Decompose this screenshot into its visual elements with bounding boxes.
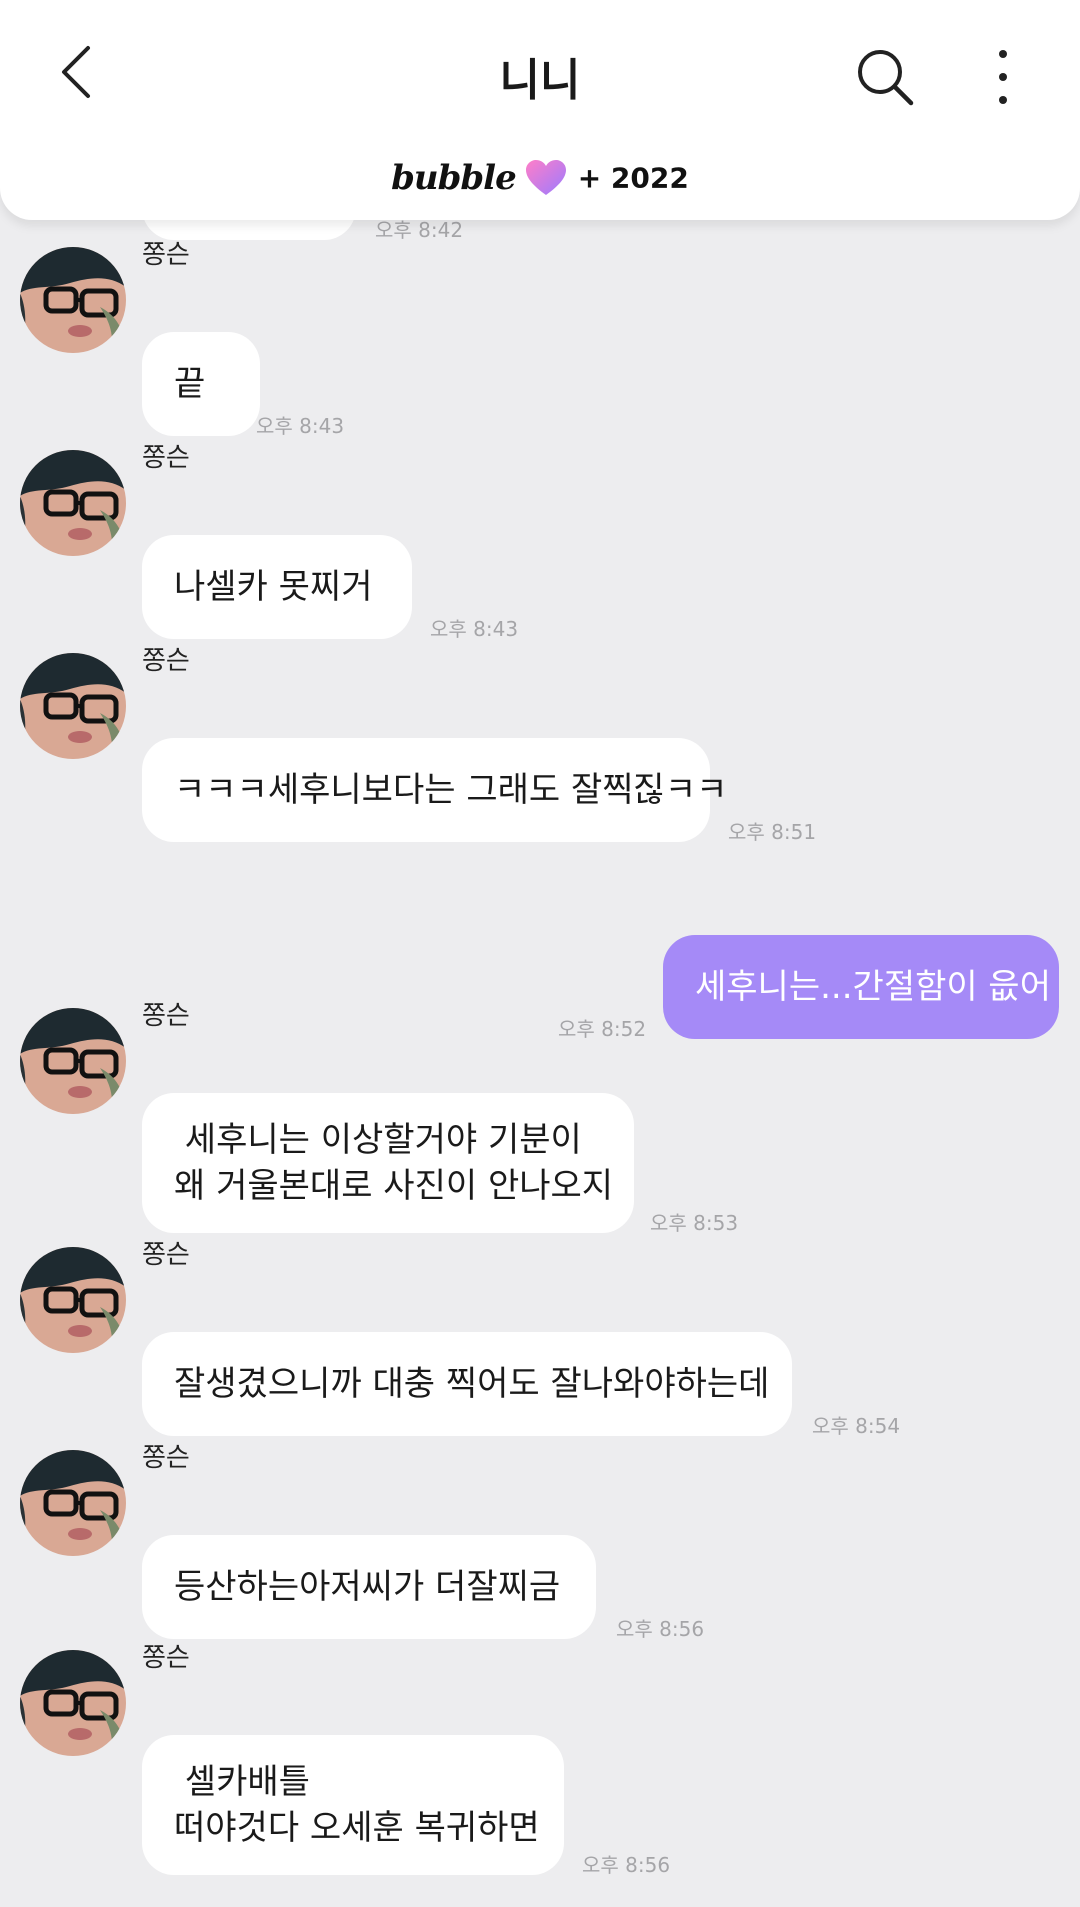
avatar-image [20,1247,126,1353]
avatar[interactable] [20,653,126,759]
avatar-image [20,450,126,556]
sender-name: 쫑슨 [142,1240,190,1270]
avatar-image [20,1650,126,1756]
avatar-image [20,1008,126,1114]
message-bubble[interactable]: 등산하는아저씨가 더잘찌금 [142,1535,596,1639]
avatar[interactable] [20,450,126,556]
brand-logo: bubble [391,158,517,198]
message-time: 오후 8:54 [812,1414,901,1438]
page-title: 니니 [499,55,581,106]
sender-name: 쫑슨 [142,443,190,473]
avatar[interactable] [20,1247,126,1353]
sender-name: 쫑슨 [142,240,190,270]
heart-icon [524,159,568,197]
message-time: 오후 8:52 [558,1017,647,1041]
message-time: 오후 8:56 [616,1617,705,1641]
my-message-bubble[interactable]: 세후니는...간절함이 읎어 [663,935,1059,1039]
more-options-button[interactable] [988,46,1018,108]
sender-name: 쫑슨 [142,646,190,676]
avatar[interactable] [20,247,126,353]
avatar-image [20,247,126,353]
message-time: 오후 8:53 [650,1211,739,1235]
subscription-days: + 2022 [577,161,689,195]
avatar[interactable] [20,1450,126,1556]
search-button[interactable] [854,46,916,108]
more-vertical-icon [999,50,1007,104]
avatar-image [20,653,126,759]
avatar-image [20,1450,126,1556]
message-bubble[interactable]: 잘생겼으니까 대충 찍어도 잘나와야하는데 [142,1332,792,1436]
avatar[interactable] [20,1008,126,1114]
search-icon [858,50,914,106]
message-bubble[interactable]: 끝 [142,332,260,436]
avatar[interactable] [20,1650,126,1756]
message-time: 오후 8:43 [256,414,345,438]
bubble-subscription-info: bubble + 2022 [0,158,1080,208]
message-bubble[interactable]: 셀카배틀 떠야것다 오세훈 복귀하면 [142,1735,564,1875]
message-bubble[interactable]: ㅋㅋㅋ세후니보다는 그래도 잘찍짆ㅋㅋ [142,738,727,842]
sender-name: 쫑슨 [142,1443,190,1473]
message-bubble[interactable]: 나셀카 못찌거 [142,535,412,639]
message-time: 오후 8:43 [430,617,519,641]
sender-name: 쫑슨 [142,1001,190,1031]
chat-header: 니니 bubble + 2022 [0,0,1080,220]
sender-name: 쫑슨 [142,1643,190,1673]
message-time: 오후 8:51 [728,820,817,844]
message-bubble[interactable]: 세후니는 이상할거야 기분이 왜 거울본대로 사진이 안나오지 [142,1093,634,1233]
message-time: 오후 8:56 [582,1853,671,1877]
